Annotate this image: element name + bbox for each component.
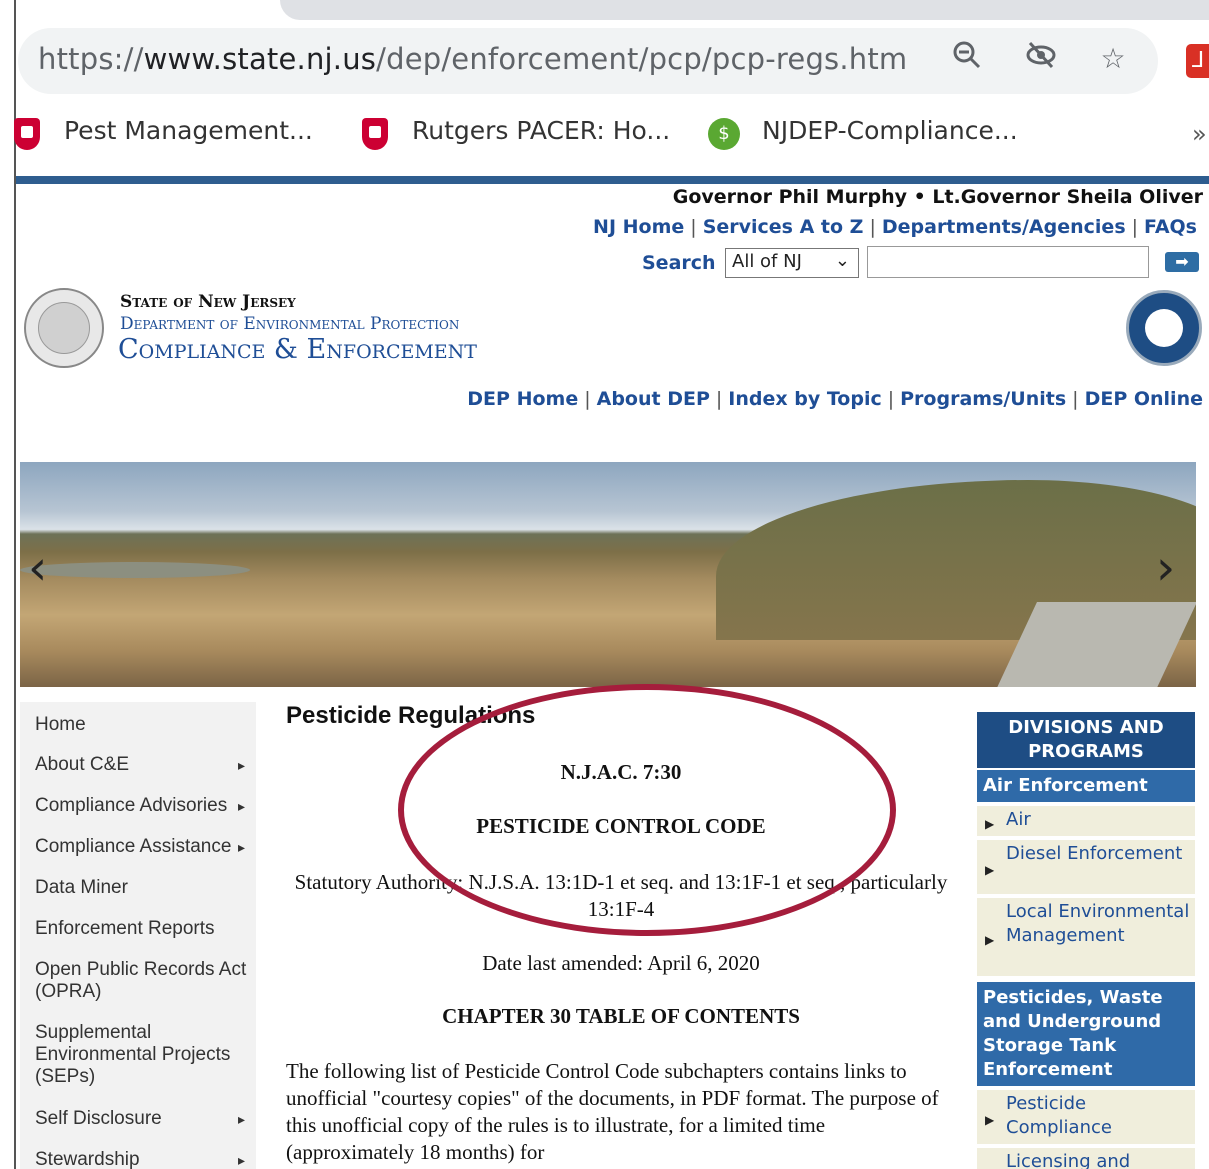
bookmark-rutgers-pacer[interactable]: Rutgers PACER: Ho...	[412, 116, 670, 145]
triangle-right-icon: ▶	[985, 1113, 995, 1127]
chevron-right-icon: ▸	[238, 1112, 246, 1128]
category-air-enforcement[interactable]: Air Enforcement	[977, 770, 1195, 802]
date-amended: Date last amended: April 6, 2020	[482, 951, 760, 975]
carousel-next-icon[interactable]: ›	[1156, 540, 1175, 596]
sidebar-item-advisories[interactable]: Compliance Advisories	[35, 795, 250, 817]
nav-item-licensing[interactable]: Licensing and	[977, 1148, 1195, 1169]
nav-item-pesticide-compliance[interactable]: ▶ Pesticide Compliance	[977, 1090, 1195, 1146]
hero-banner	[20, 462, 1196, 687]
search-label: Search	[642, 252, 716, 274]
triangle-right-icon: ▶	[985, 933, 995, 947]
zoom-icon[interactable]	[948, 40, 986, 78]
intro-paragraph: The following list of Pesticide Control …	[286, 1059, 939, 1164]
bookmarks-bar: Pest Management... Rutgers PACER: Ho... …	[14, 104, 1209, 160]
chevron-right-icon: ▸	[238, 799, 246, 815]
nj-links: NJ Home | Services A to Z | Departments/Agen…	[593, 216, 1197, 238]
chevron-right-icon: ▸	[238, 1153, 246, 1169]
nav-item-air[interactable]: ▶ Air	[977, 806, 1195, 838]
toc-heading: CHAPTER 30 TABLE OF CONTENTS	[442, 1004, 800, 1028]
dep-logo	[1126, 290, 1202, 366]
search-scope-select[interactable]: All of NJ ⌄	[725, 248, 859, 278]
dep-online-link[interactable]: DEP Online	[1085, 388, 1203, 410]
triangle-right-icon: ▶	[985, 863, 995, 877]
sidebar-item-data-miner[interactable]: Data Miner	[35, 877, 250, 899]
title-compliance[interactable]: Compliance & Enforcement	[118, 334, 477, 365]
url-text[interactable]: https://www.state.nj.us/dep/enforcement/…	[38, 42, 907, 76]
star-icon[interactable]: ☆	[1094, 40, 1132, 78]
right-sidebar: DIVISIONS AND PROGRAMS Air Enforcement ▶…	[977, 712, 1195, 1169]
triangle-right-icon: ▶	[985, 817, 995, 831]
nav-item-diesel[interactable]: ▶ Diesel Enforcement	[977, 840, 1195, 896]
index-topic-link[interactable]: Index by Topic	[728, 388, 881, 410]
header-bar	[16, 176, 1209, 184]
more-bookmarks-icon[interactable]: »	[1192, 120, 1207, 148]
sidebar-item-stewardship[interactable]: Stewardship	[35, 1149, 250, 1169]
sidebar-item-reports[interactable]: Enforcement Reports	[35, 918, 250, 940]
rutgers-shield-icon	[14, 118, 40, 150]
sidebar-item-self-disclosure[interactable]: Self Disclosure	[35, 1108, 250, 1130]
sidebar-item-seps[interactable]: Supplemental Environmental Projects (SEP…	[35, 1022, 250, 1088]
rutgers-shield-icon	[362, 118, 388, 150]
category-pesticides[interactable]: Pesticides, Waste and Underground Storag…	[977, 982, 1195, 1086]
programs-link[interactable]: Programs/Units	[900, 388, 1066, 410]
faqs-link[interactable]: FAQs	[1144, 216, 1197, 238]
pdf-extension-icon[interactable]: ⅃	[1186, 44, 1209, 78]
bookmark-njdep-compliance[interactable]: NJDEP-Compliance...	[762, 116, 1018, 145]
sidebar-item-opra[interactable]: Open Public Records Act (OPRA)	[35, 959, 250, 1003]
sidebar-item-assistance[interactable]: Compliance Assistance	[35, 836, 250, 858]
sidebar-item-home[interactable]: Home	[35, 714, 250, 736]
chevron-down-icon: ⌄	[834, 250, 850, 271]
tab-strip	[280, 0, 1209, 20]
dep-home-link[interactable]: DEP Home	[467, 388, 578, 410]
departments-link[interactable]: Departments/Agencies	[882, 216, 1126, 238]
about-dep-link[interactable]: About DEP	[597, 388, 710, 410]
sidebar-item-about[interactable]: About C&E	[35, 754, 250, 776]
carousel-prev-icon[interactable]: ‹	[28, 540, 47, 596]
nav-item-local-env[interactable]: ▶ Local Environmental Management	[977, 898, 1195, 978]
governor-line: Governor Phil Murphy • Lt.Governor Sheil…	[672, 186, 1203, 208]
left-sidebar: Home About C&E ▸ Compliance Advisories ▸…	[20, 702, 256, 1169]
highlight-ellipse	[398, 684, 896, 936]
title-state: State of New Jersey	[120, 292, 296, 312]
nj-state-seal	[24, 288, 104, 368]
services-link[interactable]: Services A to Z	[703, 216, 864, 238]
eye-off-icon[interactable]	[1022, 40, 1060, 78]
search-input[interactable]	[867, 246, 1149, 278]
nj-home-link[interactable]: NJ Home	[593, 216, 684, 238]
chevron-right-icon: ▸	[238, 840, 246, 856]
divisions-heading: DIVISIONS AND PROGRAMS	[977, 712, 1195, 768]
title-department: Department of Environmental Protection	[120, 314, 460, 334]
bookmark-pest-management[interactable]: Pest Management...	[64, 116, 313, 145]
nj-icon: $	[708, 118, 740, 150]
chevron-right-icon: ▸	[238, 758, 246, 774]
dep-links: DEP Home | About DEP | Index by Topic | Progra…	[467, 388, 1203, 410]
search-go-button[interactable]: ➡	[1165, 252, 1199, 272]
